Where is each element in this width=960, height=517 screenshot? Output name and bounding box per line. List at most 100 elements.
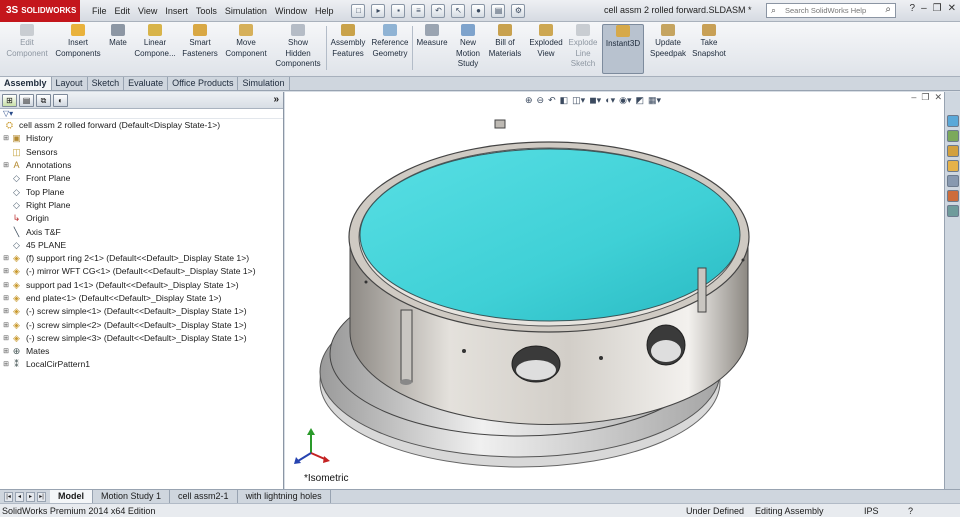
explode-line-sketch-button[interactable]: Explode Line Sketch	[566, 24, 600, 70]
edit-component-button[interactable]: Edit Component	[6, 24, 48, 59]
new-motion-study-button[interactable]: New Motion Study	[452, 24, 484, 70]
minimize-icon[interactable]: –	[921, 3, 927, 14]
tree-item-mirror[interactable]: ⊞ ◈ (-) mirror WFT CG<1> (Default<<Default…	[0, 265, 283, 278]
tab-office-products[interactable]: Office Products	[168, 77, 239, 90]
solidworks-logo[interactable]: 3S SOLIDWORKS	[0, 0, 80, 22]
first-tab-icon[interactable]: |◂	[4, 491, 13, 502]
appearances-icon[interactable]	[947, 190, 959, 202]
linear-pattern-button[interactable]: Linear Compone...	[134, 24, 176, 59]
screw-3[interactable]	[494, 119, 506, 129]
menu-window[interactable]: Window	[271, 6, 311, 16]
select-icon[interactable]: ↖	[451, 3, 466, 18]
tree-item-screw-3[interactable]: ⊞ ◈ (-) screw simple<3> (Default<<Default>…	[0, 332, 283, 345]
insert-components-button[interactable]: Insert Components	[52, 24, 104, 59]
tab-model[interactable]: Model	[50, 490, 93, 503]
expand-icon[interactable]: ⊞	[2, 265, 10, 278]
configuration-manager-tab-icon[interactable]: ⧉	[36, 93, 51, 107]
menu-help[interactable]: Help	[311, 6, 338, 16]
tree-item-origin[interactable]: ↳ Origin	[0, 212, 283, 225]
tree-item-local-cir-pattern[interactable]: ⊞ ⁑ LocalCirPattern1	[0, 358, 283, 371]
menu-view[interactable]: View	[134, 6, 161, 16]
file-explorer-icon[interactable]	[947, 145, 959, 157]
expand-icon[interactable]: ⊞	[2, 279, 10, 292]
display-manager-tab-icon[interactable]: ◐	[53, 93, 68, 107]
screw-1[interactable]	[400, 309, 413, 383]
instant3d-button[interactable]: Instant3D	[602, 24, 644, 74]
help-icon[interactable]: ?	[908, 506, 913, 516]
menu-edit[interactable]: Edit	[111, 6, 135, 16]
tab-assembly[interactable]: Assembly	[0, 77, 52, 90]
tab-cell-assm[interactable]: cell assm2-1	[170, 490, 238, 503]
mate-button[interactable]: Mate	[106, 24, 130, 49]
expand-icon[interactable]: ⊞	[2, 345, 10, 358]
open-icon[interactable]: ▸	[371, 3, 386, 18]
expand-icon[interactable]: ⊞	[2, 159, 10, 172]
assembly-features-button[interactable]: Assembly Features	[328, 24, 368, 59]
assembly-model[interactable]	[285, 92, 944, 489]
tab-simulation[interactable]: Simulation	[238, 77, 290, 90]
help-icon[interactable]: ?	[910, 3, 916, 14]
tab-evaluate[interactable]: Evaluate	[124, 77, 169, 90]
new-document-icon[interactable]: □	[351, 3, 366, 18]
undo-icon[interactable]: ↶	[431, 3, 446, 18]
tree-item-support-pad[interactable]: ⊞ ◈ support pad 1<1> (Default<<Default>_Di…	[0, 279, 283, 292]
tree-item-axis[interactable]: ╲ Axis T&F	[0, 225, 283, 238]
prev-tab-icon[interactable]: ◂	[15, 491, 24, 502]
solidworks-resources-icon[interactable]	[947, 115, 959, 127]
tree-item-annotations[interactable]: ⊞ A Annotations	[0, 159, 283, 172]
tree-item-top-plane[interactable]: ◇ Top Plane	[0, 185, 283, 198]
restore-icon[interactable]: ❐	[933, 3, 942, 14]
move-component-button[interactable]: Move Component	[222, 24, 270, 59]
expand-icon[interactable]: ⊞	[2, 332, 10, 345]
custom-properties-icon[interactable]	[947, 205, 959, 217]
expand-icon[interactable]: ⊞	[2, 292, 10, 305]
take-snapshot-button[interactable]: Take Snapshot	[690, 24, 728, 59]
tab-lightning-holes[interactable]: with lightning holes	[238, 490, 331, 503]
tree-item-screw-1[interactable]: ⊞ ◈ (-) screw simple<1> (Default<<Default>…	[0, 305, 283, 318]
menu-file[interactable]: File	[88, 6, 111, 16]
update-speedpak-button[interactable]: Update Speedpak	[648, 24, 688, 59]
status-units[interactable]: IPS	[864, 506, 879, 516]
tree-item-support-ring[interactable]: ⊞ ◈ (f) support ring 2<1> (Default<<Defaul…	[0, 252, 283, 265]
tree-item-mates[interactable]: ⊞ ⊕ Mates	[0, 345, 283, 358]
options-icon[interactable]: ⚙	[511, 3, 526, 18]
search-input[interactable]: ⌕ Search SolidWorks Help ⌕	[766, 3, 896, 18]
tree-item-end-plate[interactable]: ⊞ ◈ end plate<1> (Default<<Default>_Displa…	[0, 292, 283, 305]
menu-insert[interactable]: Insert	[161, 6, 192, 16]
filter-icon[interactable]: ▽▾	[3, 109, 13, 118]
reference-geometry-button[interactable]: Reference Geometry	[370, 24, 410, 59]
search-results-icon[interactable]	[947, 160, 959, 172]
design-library-icon[interactable]	[947, 130, 959, 142]
tree-item-history[interactable]: ⊞ ▣ History	[0, 132, 283, 145]
expand-icon[interactable]: ⊞	[2, 319, 10, 332]
mirror-surface[interactable]	[359, 148, 741, 322]
print-icon[interactable]: ≡	[411, 3, 426, 18]
graphics-viewport[interactable]: ⊕ ⊖ ↶ ◧ ◫▾ ◼▾ ◐▾ ◉▾ ◩ ▦▾ – ❐ ✕ *Isometri…	[285, 92, 944, 489]
tree-item-right-plane[interactable]: ◇ Right Plane	[0, 199, 283, 212]
rebuild-icon[interactable]: ●	[471, 3, 486, 18]
expand-panel-icon[interactable]: »	[273, 94, 279, 105]
next-tab-icon[interactable]: ▸	[26, 491, 35, 502]
expand-icon[interactable]: ⊞	[2, 132, 10, 145]
search-icon[interactable]: ⌕	[885, 4, 891, 15]
last-tab-icon[interactable]: ▸|	[37, 491, 46, 502]
close-icon[interactable]: ✕	[948, 3, 956, 14]
property-manager-tab-icon[interactable]: ▤	[19, 93, 34, 107]
tree-root[interactable]: ⛭ cell assm 2 rolled forward (Default<Dis…	[0, 119, 283, 132]
tree-item-screw-2[interactable]: ⊞ ◈ (-) screw simple<2> (Default<<Default>…	[0, 318, 283, 331]
smart-fasteners-button[interactable]: Smart Fasteners	[180, 24, 220, 59]
file-properties-icon[interactable]: ▤	[491, 3, 506, 18]
tree-item-45-plane[interactable]: ◇ 45 PLANE	[0, 239, 283, 252]
save-icon[interactable]: ▪	[391, 3, 406, 18]
view-palette-icon[interactable]	[947, 175, 959, 187]
menu-simulation[interactable]: Simulation	[221, 6, 271, 16]
tree-item-front-plane[interactable]: ◇ Front Plane	[0, 172, 283, 185]
expand-icon[interactable]: ⊞	[2, 305, 10, 318]
bill-of-materials-button[interactable]: Bill of Materials	[486, 24, 524, 59]
tree-item-sensors[interactable]: ◫ Sensors	[0, 146, 283, 159]
expand-icon[interactable]: ⊞	[2, 252, 10, 265]
expand-icon[interactable]: ⊞	[2, 358, 10, 371]
measure-button[interactable]: Measure	[414, 24, 450, 49]
show-hidden-components-button[interactable]: Show Hidden Components	[274, 24, 322, 70]
tab-layout[interactable]: Layout	[52, 77, 88, 90]
